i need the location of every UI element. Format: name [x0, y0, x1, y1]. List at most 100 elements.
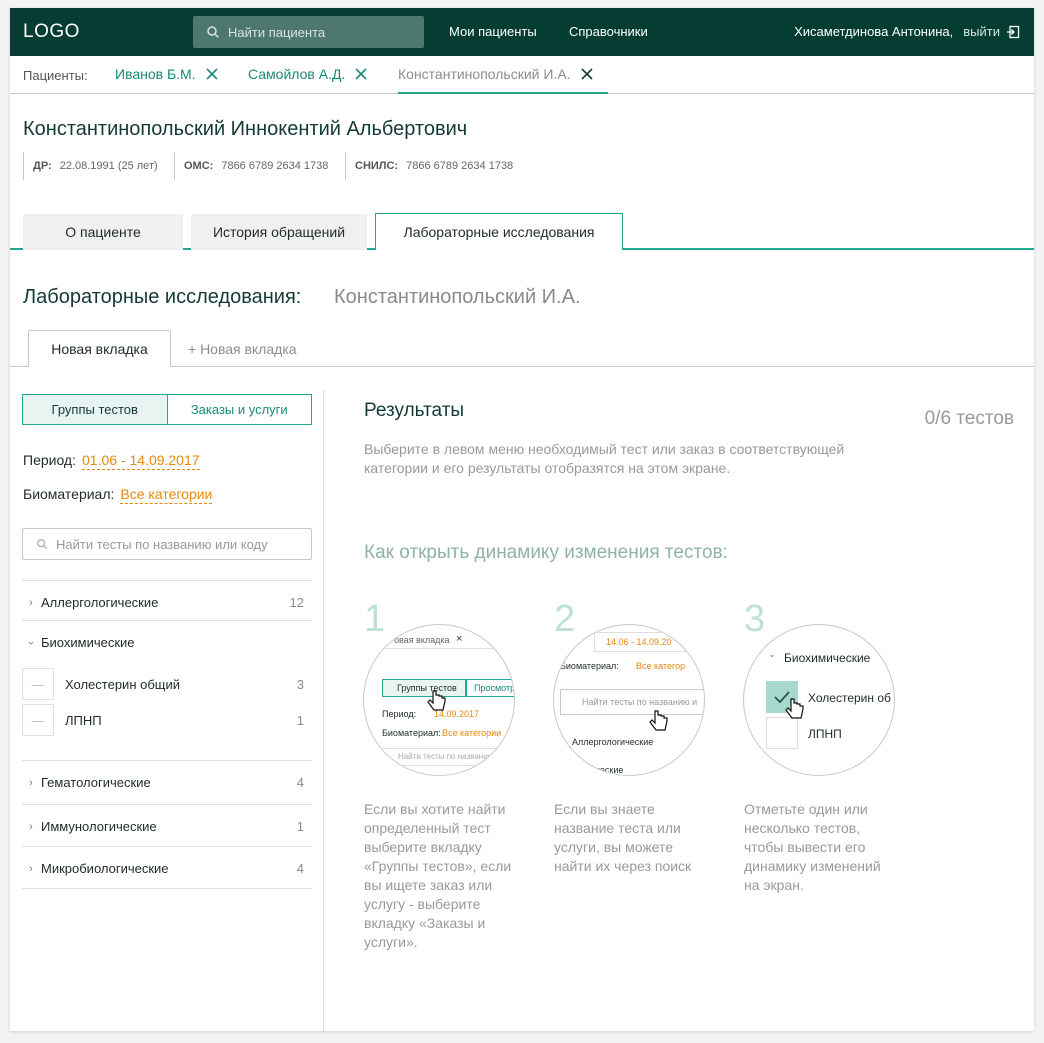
subtab-new[interactable]: Новая вкладка — [28, 330, 171, 367]
patient-search-placeholder: Найти пациента — [228, 24, 326, 40]
category-immunology[interactable]: › Иммунологические 1 — [22, 804, 312, 848]
patient-tab-label: Константинопольский И.А. — [398, 66, 571, 82]
mini-bio-label: Биоматериал: — [382, 728, 441, 738]
logout-link[interactable]: выйти — [963, 24, 1000, 39]
mini-category: Аллергологические — [572, 737, 654, 747]
chevron-right-icon: › — [29, 596, 33, 609]
biomaterial-value[interactable]: Все категории — [120, 486, 213, 504]
patient-tab-konstantinopolsky[interactable]: Константинопольский И.А. — [398, 66, 593, 82]
chevron-down-icon: ⌄ — [768, 649, 776, 659]
tab-about-patient[interactable]: О пациенте — [23, 214, 183, 250]
biomaterial-filter: Биоматериал: Все категории — [23, 486, 213, 504]
category-count: 1 — [296, 819, 304, 834]
nav-directories[interactable]: Справочники — [569, 24, 648, 39]
step1-illustration: овая вкладка × Группы тестов Просмотр Пе… — [363, 624, 515, 776]
chevron-right-icon: › — [29, 776, 33, 789]
category-biochemistry[interactable]: › Биохимические — [22, 620, 312, 664]
oms-value: 7866 6789 2634 1738 — [221, 160, 329, 172]
patient-oms: ОМС: 7866 6789 2634 1738 — [174, 152, 328, 180]
patient-tab-label: Самойлов А.Д. — [248, 66, 346, 82]
patient-dob: ДР: 22.08.1991 (25 лет) — [23, 152, 158, 180]
mini-search-placeholder: Найти тесты по названию и — [582, 697, 698, 707]
mini-item: Холестерин об — [808, 691, 891, 705]
test-item-count: 3 — [296, 676, 304, 692]
patient-tab-samoylov[interactable]: Самойлов А.Д. — [248, 66, 367, 82]
close-icon[interactable] — [580, 68, 593, 80]
step2-illustration: 14.06 - 14.09.20 Биоматериал: Все катего… — [553, 624, 705, 776]
close-icon[interactable] — [206, 68, 218, 80]
category-label: Микробиологические — [41, 861, 169, 876]
results-count: 0/6 тестов — [924, 408, 1014, 429]
test-item-cholesterol[interactable]: — Холестерин общий 3 — [22, 668, 312, 700]
active-tab-gap — [376, 248, 622, 250]
tab-lab-tests[interactable]: Лабораторные исследования — [375, 213, 623, 250]
test-search-placeholder: Найти тесты по названию или коду — [56, 536, 268, 552]
mini-toggle-label: Просмотр — [474, 683, 515, 693]
step2-text: Если вы знаете название теста или услуги… — [554, 801, 692, 874]
howto-title: Как открыть динамику изменения тестов: — [364, 542, 728, 563]
tab-history[interactable]: История обращений — [191, 214, 367, 250]
results-title: Результаты — [364, 400, 465, 421]
left-toggle: Группы тестов Заказы и услуги — [22, 394, 312, 425]
mini-tab: овая вкладка — [394, 635, 450, 645]
close-icon: × — [456, 633, 463, 645]
chevron-right-icon: › — [29, 862, 33, 875]
mini-category: мические — [584, 765, 624, 775]
oms-label: ОМС: — [184, 160, 214, 172]
chevron-right-icon: › — [29, 820, 33, 833]
dob-value: 22.08.1991 (25 лет) — [59, 160, 158, 172]
period-value[interactable]: 01.06 - 14.09.2017 — [82, 452, 200, 470]
patient-snils: СНИЛС: 7866 6789 2634 1738 — [345, 152, 513, 180]
close-icon[interactable] — [355, 68, 367, 80]
snils-value: 7866 6789 2634 1738 — [406, 160, 514, 172]
category-count: 12 — [289, 595, 304, 610]
nav-my-patients[interactable]: Мои пациенты — [449, 24, 537, 39]
biomaterial-label: Биоматериал: — [23, 486, 115, 502]
category-label: Гематологические — [41, 775, 151, 790]
category-count: 4 — [296, 775, 304, 790]
patient-tabs: Пациенты: Иванов Б.М. Самойлов А.Д. Конс… — [10, 56, 1034, 94]
category-count: 4 — [296, 861, 304, 876]
patient-search-input[interactable]: Найти пациента — [193, 16, 424, 48]
add-tab-button[interactable]: + Новая вкладка — [188, 330, 297, 367]
top-bar: LOGO Найти пациента Мои пациенты Справоч… — [10, 8, 1034, 56]
mini-category: Биохимические — [784, 651, 871, 665]
test-search-input[interactable]: Найти тесты по названию или коду — [22, 528, 312, 560]
category-hematology[interactable]: › Гематологические 4 — [22, 760, 312, 804]
mini-search-placeholder: Найти тесты по названию — [398, 752, 494, 761]
app-window: LOGO Найти пациента Мои пациенты Справоч… — [10, 8, 1034, 1031]
mini-bio-value: Все категории — [442, 728, 502, 738]
category-microbiology[interactable]: › Микробиологические 4 — [22, 846, 312, 890]
active-tab-indicator — [398, 92, 608, 94]
checkbox[interactable]: — — [22, 668, 54, 700]
period-filter: Период: 01.06 - 14.09.2017 — [23, 452, 200, 470]
mini-bio-label: Биоматериал: — [560, 661, 619, 671]
test-item-ldl[interactable]: — ЛПНП 1 — [22, 704, 312, 736]
hand-cursor-icon — [785, 698, 804, 719]
category-allergology[interactable]: › Аллергологические 12 — [22, 580, 312, 624]
patient-tab-label: Иванов Б.М. — [115, 66, 196, 82]
toggle-orders[interactable]: Заказы и услуги — [168, 395, 312, 424]
test-item-label: Холестерин общий — [65, 676, 181, 692]
mini-date-value: 14.06 - 14.09.20 — [606, 637, 672, 647]
hand-cursor-icon — [427, 690, 446, 711]
category-label: Биохимические — [41, 635, 135, 650]
mini-item: ЛПНП — [808, 727, 842, 741]
hand-cursor-icon — [649, 710, 668, 731]
logo[interactable]: LOGO — [23, 21, 80, 43]
subtab-gap — [29, 366, 170, 367]
checkbox[interactable]: — — [22, 704, 54, 736]
logout-icon[interactable] — [1006, 25, 1020, 39]
results-description: Выберите в левом меню необходимый тест и… — [364, 441, 845, 476]
step3-illustration: ⌄ Биохимические Холестерин об ЛПНП — [743, 624, 895, 776]
chevron-down-icon: › — [25, 640, 37, 645]
step-number: 1 — [364, 598, 386, 640]
step-number: 2 — [554, 598, 576, 640]
dob-label: ДР: — [33, 160, 52, 172]
patient-tab-ivanov[interactable]: Иванов Б.М. — [115, 66, 218, 82]
category-label: Иммунологические — [41, 819, 157, 834]
step1-text: Если вы хотите найти определенный тест в… — [364, 801, 512, 950]
toggle-test-groups[interactable]: Группы тестов — [23, 395, 168, 424]
mini-divider — [364, 648, 514, 649]
test-item-count: 1 — [296, 712, 304, 728]
